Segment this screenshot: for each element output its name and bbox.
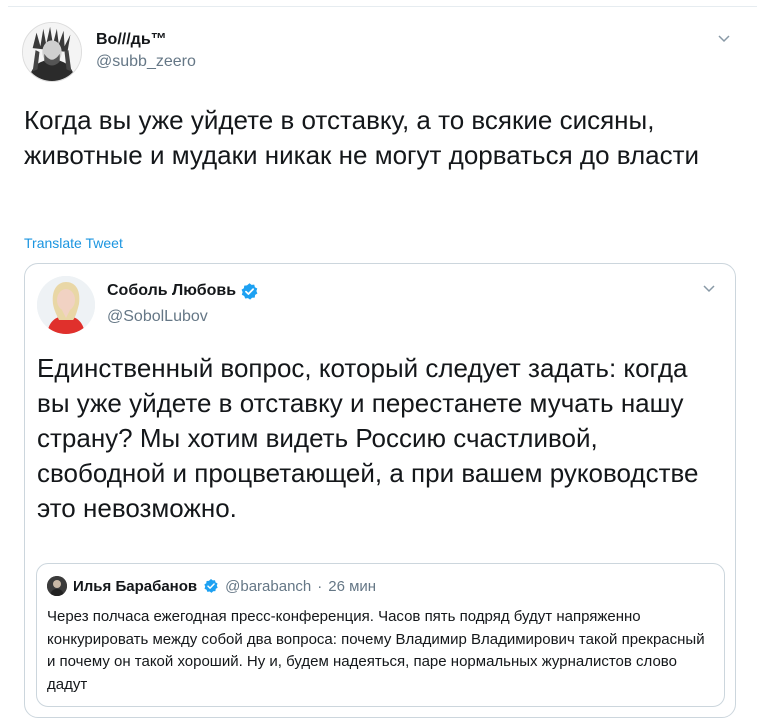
quoted-tweet-text: Единственный вопрос, который следует зад… (37, 353, 699, 523)
nested-separator: · (317, 577, 323, 595)
quoted-author-avatar[interactable] (37, 276, 95, 334)
tweet-card[interactable]: Во///дь™ @subb_zeero Когда вы уже уйдете… (8, 8, 757, 724)
quoted-author[interactable]: Соболь Любовь @SobolLubov (107, 281, 259, 327)
nested-quoted-tweet[interactable]: Илья Барабанов @barabanch · 26 мин Через… (36, 563, 725, 707)
tweet-author[interactable]: Во///дь™ @subb_zeero (96, 30, 196, 72)
nested-author-display-name[interactable]: Илья Барабанов (73, 578, 197, 595)
quoted-tweet[interactable]: Соболь Любовь @SobolLubov Единственный в… (24, 263, 736, 718)
quoted-author-display-name[interactable]: Соболь Любовь (107, 281, 236, 301)
nested-tweet-text: Через полчаса ежегодная пресс-конференци… (47, 608, 705, 693)
nested-author-row[interactable]: Илья Барабанов @barabanch · 26 мин (47, 576, 376, 596)
author-display-name[interactable]: Во///дь™ (96, 30, 196, 50)
portrait-avatar-icon[interactable] (22, 22, 82, 82)
chevron-down-icon[interactable] (716, 30, 732, 46)
chevron-down-icon[interactable] (701, 280, 717, 296)
verified-badge-icon (203, 578, 219, 594)
translate-tweet-link[interactable]: Translate Tweet (24, 235, 123, 251)
quoted-author-handle[interactable]: @SobolLubov (107, 307, 259, 327)
nested-timestamp[interactable]: 26 мин (328, 578, 376, 595)
tweet-text: Когда вы уже уйдете в отставку, а то вся… (24, 105, 700, 170)
nested-author-handle[interactable]: @barabanch (225, 578, 311, 595)
top-divider (8, 6, 757, 7)
verified-badge-icon (240, 282, 259, 301)
nested-author-avatar[interactable] (47, 576, 67, 596)
author-handle[interactable]: @subb_zeero (96, 52, 196, 72)
